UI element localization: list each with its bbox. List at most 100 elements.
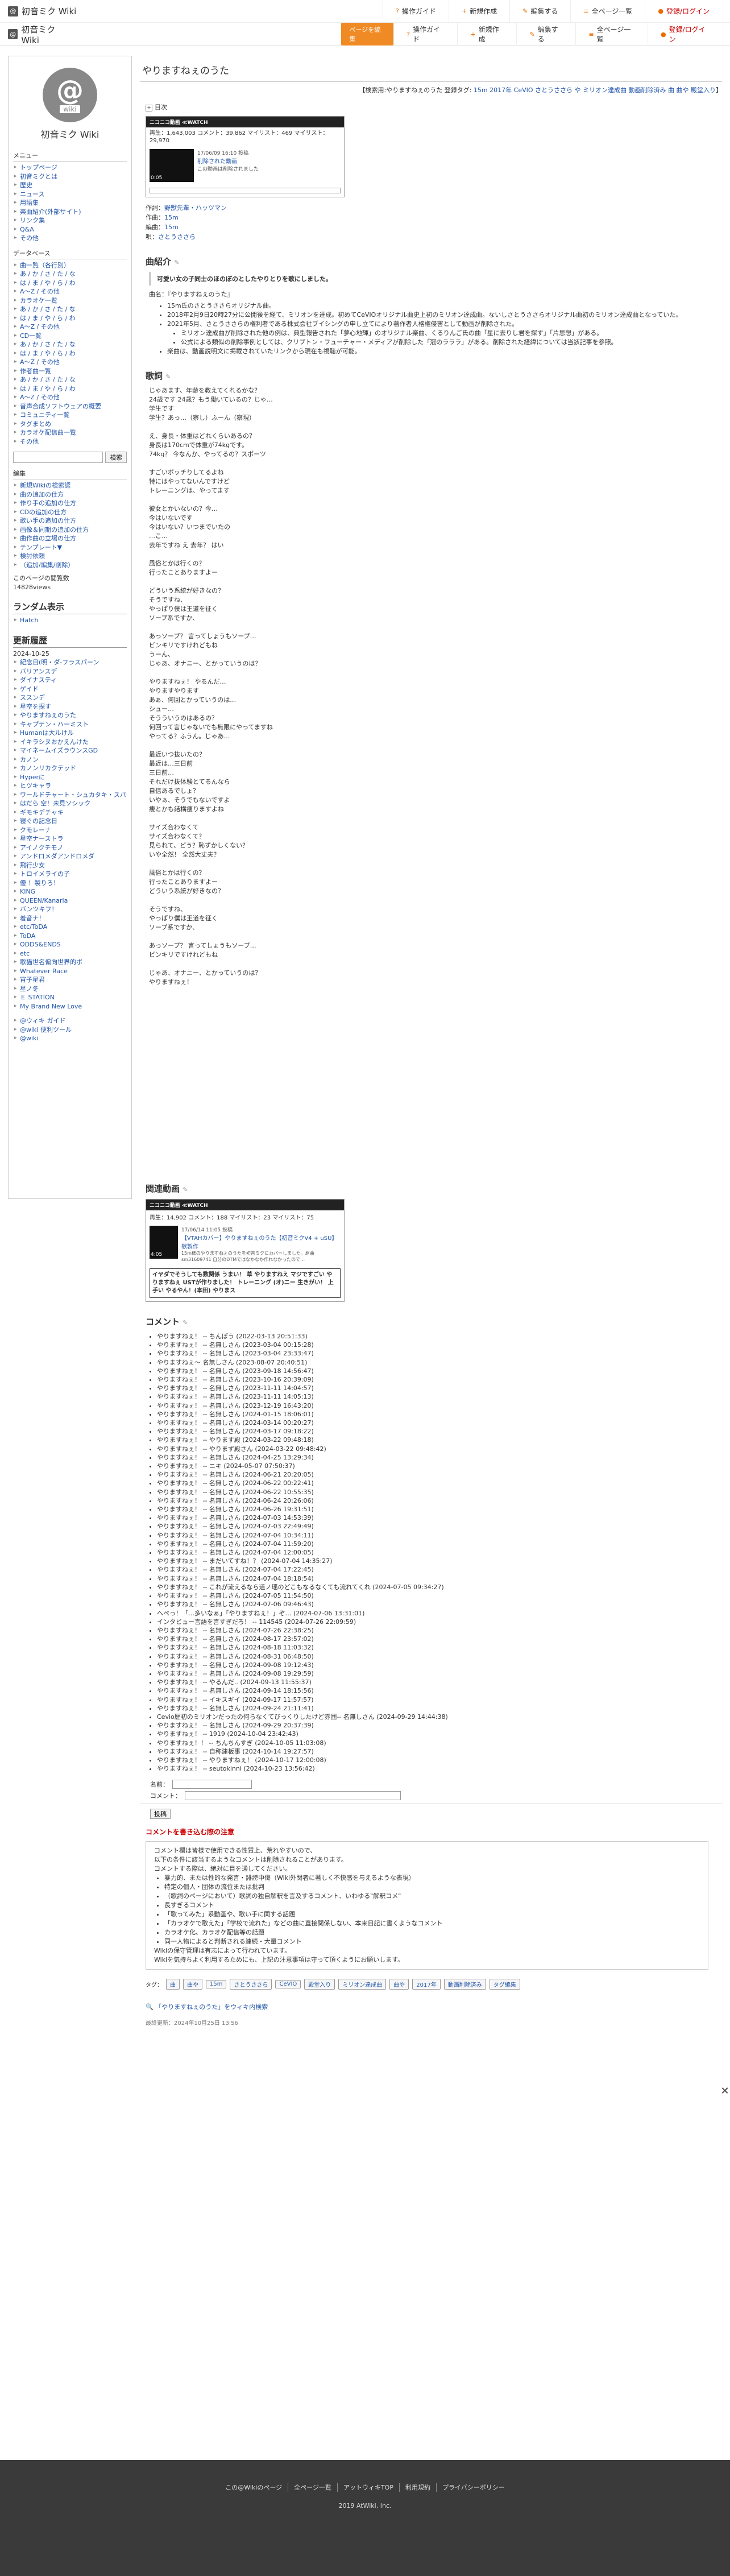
video-seekbar[interactable] xyxy=(150,188,341,193)
sidebar-db-item[interactable]: CD一覧 xyxy=(13,332,127,341)
credit-value[interactable]: さとうささら xyxy=(158,233,196,241)
sidebar-history-item[interactable]: マイネームイズラウンスGD xyxy=(13,746,127,755)
sidebar-history-item[interactable]: やりますねぇのうた xyxy=(13,711,127,720)
sidebar-history-item[interactable]: KING xyxy=(13,887,127,896)
sidebar-edit-item[interactable]: 検討依頼 xyxy=(13,552,127,561)
tag-chip[interactable]: 2017年 xyxy=(412,1979,441,1990)
tagline-tags[interactable]: 15m 2017年 CeVIO さとうささら や ミリオン達成曲 動画削除済み … xyxy=(474,86,716,94)
sidebar-db-item[interactable]: は / ま / や / ら / わ xyxy=(13,384,127,394)
tag-chip[interactable]: 殿堂入り xyxy=(304,1979,335,1990)
sidebar-db-item[interactable]: タグまとめ xyxy=(13,420,127,429)
sidebar-history-item[interactable]: イキラシヌおかえんけた xyxy=(13,738,127,747)
sidebar-history-item[interactable]: ワールドチャート・シュカタキ・スパチキ xyxy=(13,791,127,800)
sidebar-edit-item[interactable]: 曲の追加の仕方 xyxy=(13,490,127,499)
edit-section-icon[interactable]: ✎ xyxy=(165,373,171,381)
sidebar-db-item[interactable]: は / ま / や / ら / わ xyxy=(13,279,127,288)
wiki-logo[interactable]: @ wiki xyxy=(43,68,97,122)
sidebar-history-item[interactable]: キャプテン・ハーミスト xyxy=(13,720,127,729)
footer-link[interactable]: プライバシーポリシー xyxy=(437,2483,511,2492)
tag-chip[interactable]: 曲や xyxy=(183,1979,202,1990)
tag-chip[interactable]: 15m xyxy=(206,1980,227,1989)
edit-section-icon[interactable]: ✎ xyxy=(174,259,179,266)
sidebar-history-item[interactable]: クモレーナ xyxy=(13,826,127,835)
sidebar-footer-link[interactable]: @wiki 便利ツール xyxy=(13,1026,127,1035)
sidebar-menu-item[interactable]: 用語集 xyxy=(13,199,127,208)
sidebar-menu-item[interactable]: 初音ミクとは xyxy=(13,172,127,181)
tag-chip[interactable]: 動画削除済み xyxy=(443,1979,486,1990)
sidebar-db-item[interactable]: あ / か / さ / た / な xyxy=(13,305,127,314)
sidebar-history-item[interactable]: アイノクチモノ xyxy=(13,843,127,853)
sidebar-history-item[interactable]: 優 ！製りろ！ xyxy=(13,879,127,888)
credit-value[interactable]: 15m xyxy=(164,224,179,231)
sidebar-search-input[interactable] xyxy=(13,452,103,463)
all-pages-link[interactable]: ≡ 全ページ一覧 xyxy=(570,0,645,23)
sidebar-db-item[interactable]: 音声合成ソフトウェアの概要 xyxy=(13,402,127,411)
sidebar-history-item[interactable]: 歌猫世名偏向世界的ボ xyxy=(13,958,127,967)
sidebar-search-button[interactable]: 検索 xyxy=(105,452,127,463)
nicovideo-embed[interactable]: ニコニコ動画 ≪WATCH 再生：1,643,003 コメント：39,862 マ… xyxy=(146,116,345,197)
site-brand-sticky[interactable]: @ 初音ミク Wiki xyxy=(8,23,74,46)
all-pages-link-sticky[interactable]: ≡ 全ページ一覧 xyxy=(575,23,648,46)
sidebar-history-item[interactable]: My Brand New Love xyxy=(13,1002,127,1011)
name-input[interactable] xyxy=(172,1780,252,1789)
toc-toggle-icon[interactable]: + xyxy=(146,105,152,111)
sidebar-edit-item[interactable]: テンプレート▼ xyxy=(13,543,127,552)
sidebar-db-item[interactable]: あ / か / さ / た / な xyxy=(13,340,127,349)
sidebar-menu-item[interactable]: 歴史 xyxy=(13,181,127,190)
sidebar-history-item[interactable]: 宵子星君 xyxy=(13,975,127,985)
post-button[interactable]: 投稿 xyxy=(150,1809,171,1820)
sidebar-history-item[interactable]: 星ノ冬 xyxy=(13,985,127,994)
sidebar-menu-item[interactable]: その他 xyxy=(13,234,127,243)
sidebar-history-item[interactable]: バリアンスデ xyxy=(13,667,127,676)
sidebar-history-item[interactable]: 寝ぐの記念日 xyxy=(13,817,127,826)
sidebar-history-item[interactable]: ヒツキャラ xyxy=(13,782,127,791)
sidebar-menu-item[interactable]: リンク集 xyxy=(13,216,127,225)
tag-chip[interactable]: タグ編集 xyxy=(489,1979,520,1990)
sidebar-history-item[interactable]: 星空ナーストラ xyxy=(13,834,127,843)
credit-value[interactable]: 15m xyxy=(164,214,179,221)
sidebar-history-item[interactable]: etc/ToDA xyxy=(13,923,127,932)
sidebar-db-item[interactable]: は / ま / や / ら / わ xyxy=(13,314,127,323)
sidebar-db-item[interactable]: 作者曲一覧 xyxy=(13,367,127,376)
sidebar-db-item[interactable]: カラオケ一覧 xyxy=(13,296,127,305)
tag-chip[interactable]: ミリオン達成曲 xyxy=(338,1979,387,1990)
sidebar-history-item[interactable]: カノン xyxy=(13,755,127,764)
wiki-search-link[interactable]: 🔍 「やりますねぇのうた」をウィキ内検索 xyxy=(146,2002,722,2011)
sidebar-db-item[interactable]: A〜Z / その他 xyxy=(13,358,127,367)
sidebar-edit-item[interactable]: CDの追加の仕方 xyxy=(13,508,127,517)
edit-link[interactable]: ✎ 編集する xyxy=(509,0,570,23)
sidebar-footer-link[interactable]: @wiki xyxy=(13,1034,127,1043)
tag-chip[interactable]: 曲 xyxy=(166,1979,180,1990)
sidebar-db-item[interactable]: A〜Z / その他 xyxy=(13,322,127,332)
new-page-link-sticky[interactable]: + 新規作成 xyxy=(457,23,516,46)
video-title[interactable]: 削除された動画 xyxy=(197,156,259,165)
sidebar-history-item[interactable]: アンドロメダアンドロメダ xyxy=(13,852,127,861)
sidebar-menu-item[interactable]: Q&A xyxy=(13,225,127,234)
site-brand[interactable]: @ 初音ミク Wiki xyxy=(8,5,76,17)
sidebar-history-item[interactable]: バンツキフ！ xyxy=(13,905,127,914)
sidebar-db-item[interactable]: あ / か / さ / た / な xyxy=(13,270,127,279)
guide-link[interactable]: ? 操作ガイド xyxy=(383,0,449,23)
sidebar-history-item[interactable]: トロイメライの子 xyxy=(13,870,127,879)
sidebar-db-item[interactable]: コミュニティ一覧 xyxy=(13,411,127,420)
login-link-sticky[interactable]: ● 登録/ログイン xyxy=(648,23,722,46)
sidebar-history-item[interactable]: はだら 空！未見ソシック xyxy=(13,799,127,808)
footer-link[interactable]: アットウィキTOP xyxy=(338,2483,400,2492)
tag-chip[interactable]: CeVIO xyxy=(275,1980,301,1989)
footer-link[interactable]: この@Wikiのぺージ xyxy=(219,2483,289,2492)
edit-section-icon[interactable]: ✎ xyxy=(182,1186,188,1193)
table-of-contents[interactable]: + 目次 xyxy=(146,102,722,111)
sidebar-history-item[interactable]: Whatever Race xyxy=(13,967,127,976)
sidebar-db-item[interactable]: 曲一覧（各行別） xyxy=(13,261,127,270)
sidebar-edit-item[interactable]: 歌い手の追加の仕方 xyxy=(13,516,127,526)
sidebar-db-item[interactable]: A〜Z / その他 xyxy=(13,287,127,296)
sidebar-db-item[interactable]: A〜Z / その他 xyxy=(13,393,127,402)
sidebar-history-item[interactable]: etc xyxy=(13,949,127,958)
sidebar-history-item[interactable]: カノンリカクテッド xyxy=(13,764,127,773)
sidebar-edit-item[interactable]: （追加/編集/削除） xyxy=(13,561,127,570)
sidebar-history-item[interactable]: 星空を探す xyxy=(13,702,127,712)
related-video-embed[interactable]: ニコニコ動画 ≪WATCH 再生：14,902 コメント：188 マイリスト：2… xyxy=(146,1199,345,1302)
close-icon[interactable]: ✕ xyxy=(720,2086,730,2097)
guide-link-sticky[interactable]: ? 操作ガイド xyxy=(393,23,457,46)
sidebar-menu-item[interactable]: トップページ xyxy=(13,163,127,172)
